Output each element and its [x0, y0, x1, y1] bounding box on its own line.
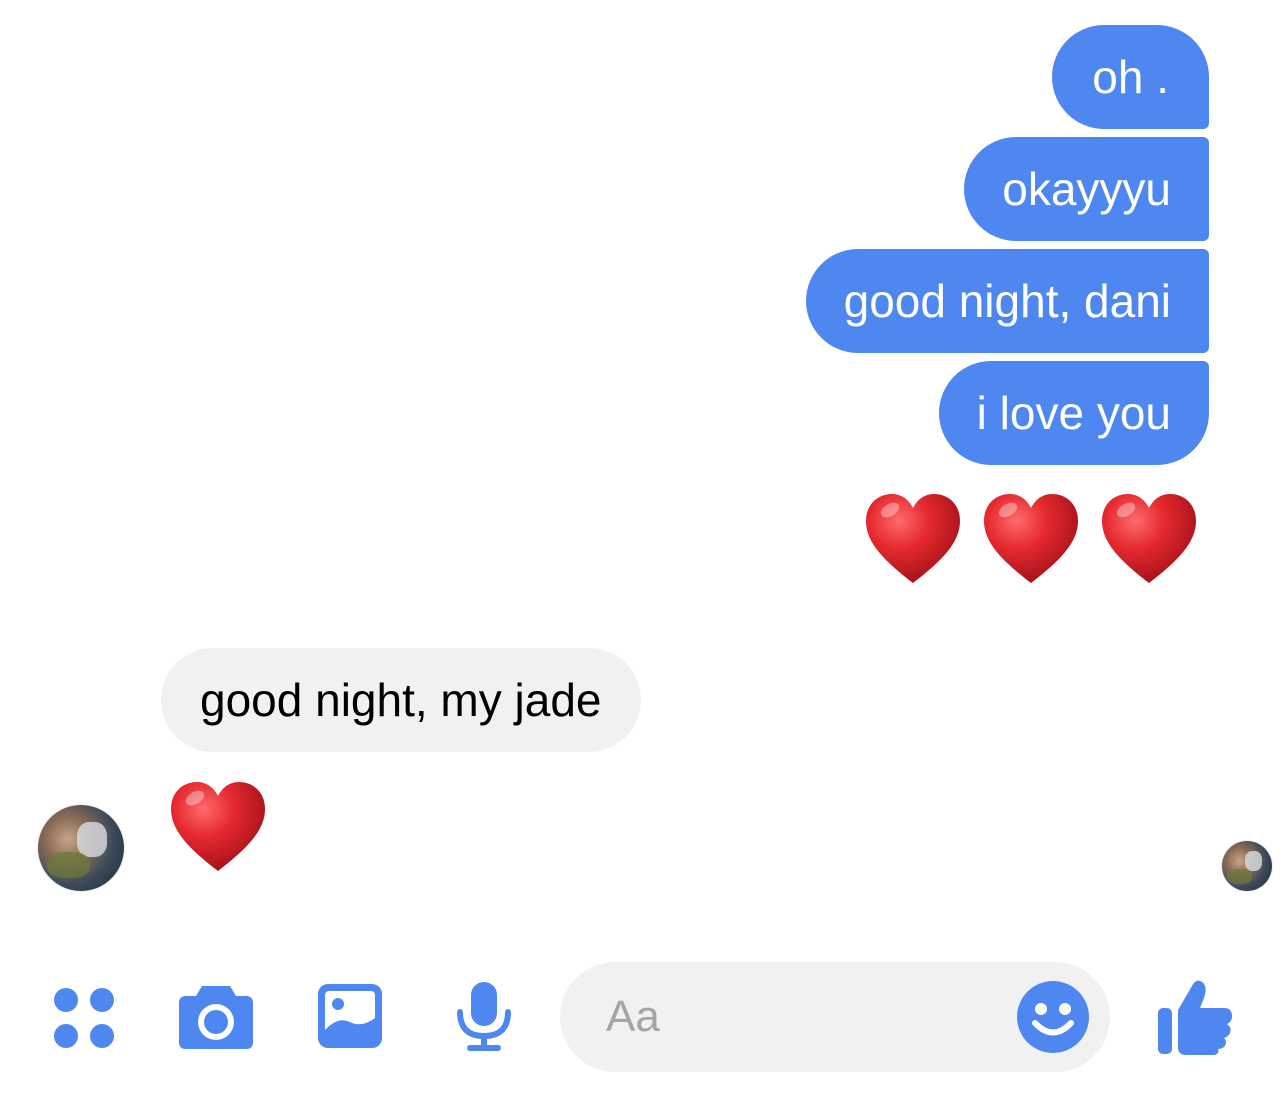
- heart-emoji-message[interactable]: [863, 490, 963, 590]
- camera-icon[interactable]: [178, 982, 254, 1050]
- heart-icon: [984, 494, 1078, 583]
- outgoing-message[interactable]: good night, dani: [805, 249, 1209, 353]
- heart-emoji-message[interactable]: [981, 490, 1081, 590]
- contact-avatar[interactable]: [38, 805, 124, 891]
- heart-icon: [171, 782, 265, 871]
- heart-icon: [866, 494, 960, 583]
- message-input[interactable]: Aa: [560, 962, 1110, 1072]
- outgoing-message[interactable]: i love you: [938, 361, 1209, 465]
- incoming-message[interactable]: good night, my jade: [161, 648, 641, 752]
- microphone-icon[interactable]: [454, 980, 514, 1052]
- heart-emoji-message[interactable]: [1099, 490, 1199, 590]
- apps-icon[interactable]: [52, 986, 116, 1050]
- outgoing-message[interactable]: okayyyu: [964, 137, 1209, 241]
- message-input-placeholder: Aa: [606, 992, 660, 1041]
- gallery-icon[interactable]: [316, 982, 384, 1050]
- emoji-icon[interactable]: [1016, 980, 1090, 1054]
- messenger-conversation: oh . okayyyu good night, dani i love you: [0, 0, 1284, 1112]
- heart-icon: [1102, 494, 1196, 583]
- read-receipt-avatar: [1222, 841, 1272, 891]
- outgoing-message[interactable]: oh .: [1052, 25, 1209, 129]
- heart-emoji-message[interactable]: [168, 778, 268, 878]
- thumbs-up-icon[interactable]: [1156, 976, 1234, 1056]
